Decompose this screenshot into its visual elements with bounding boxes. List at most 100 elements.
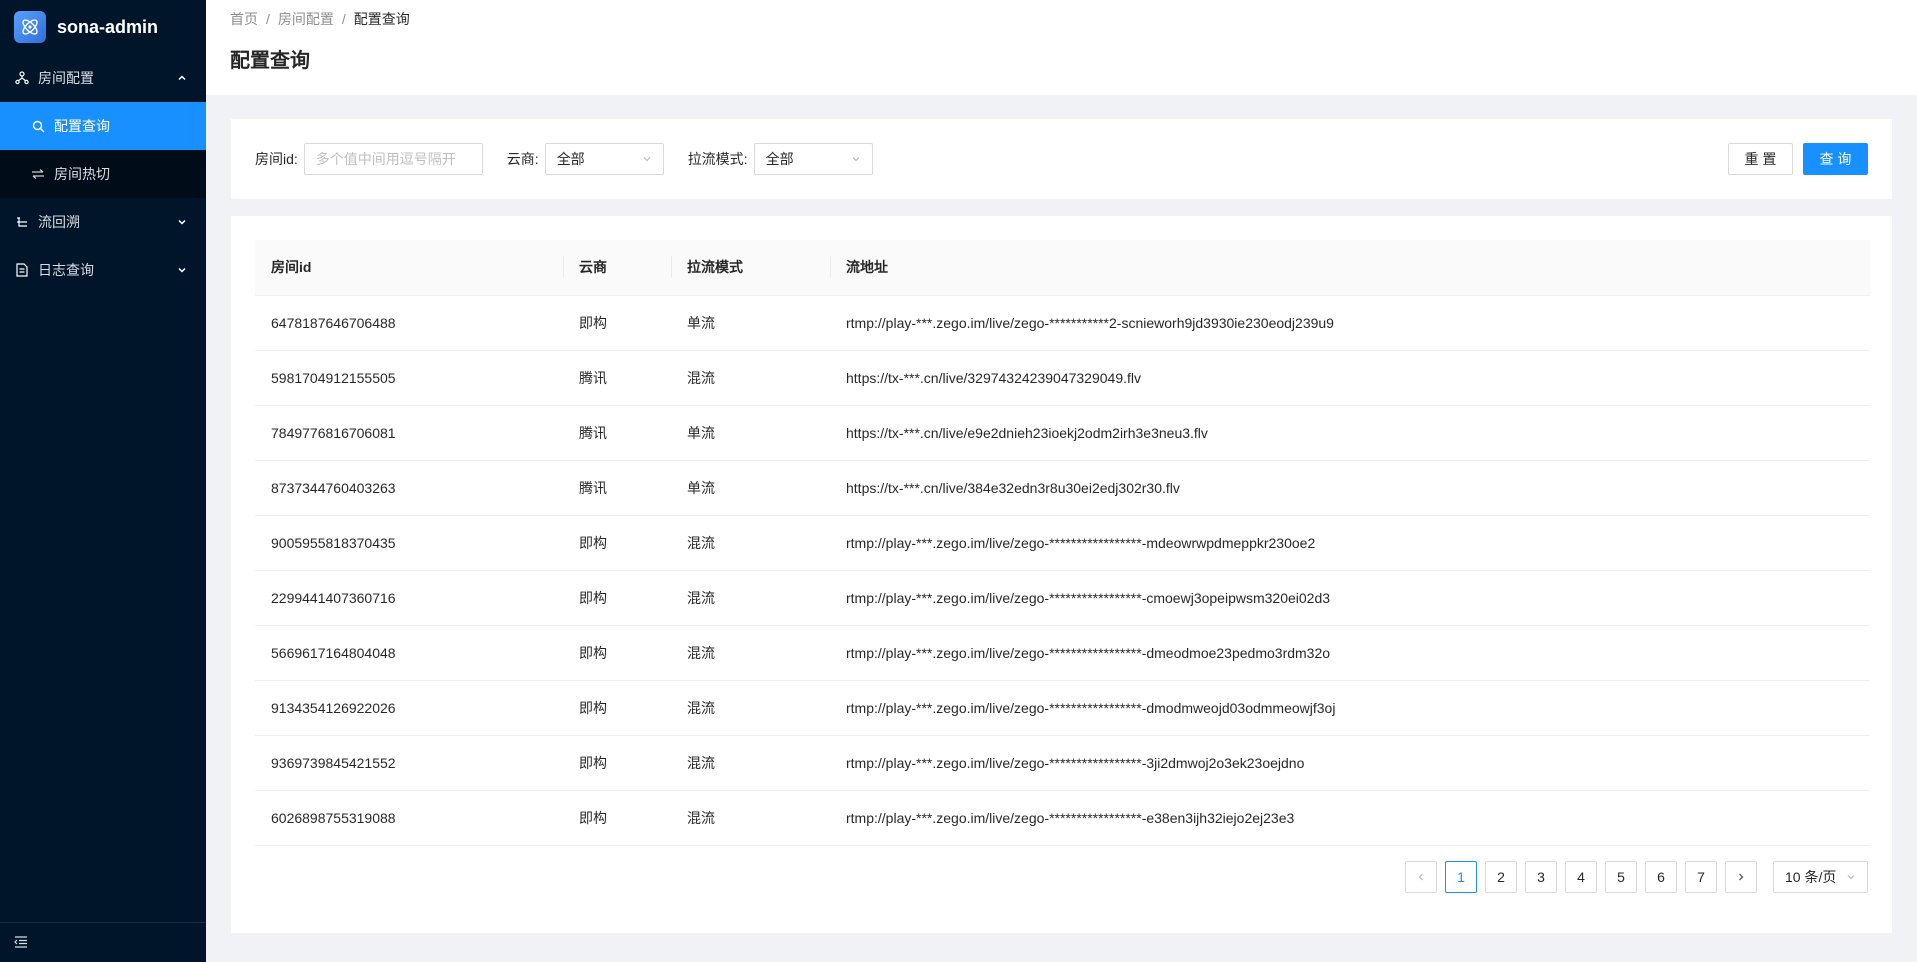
pull-mode-cell: 混流 <box>671 570 830 626</box>
room-id-cell: 9134354126922026 <box>255 680 563 736</box>
table-row: 9134354126922026 即构 混流 rtmp://play-***.zego… <box>255 680 1870 736</box>
menu-config-query-label: 配置查询 <box>54 118 110 134</box>
menu-stream-trace-label: 流回溯 <box>38 214 80 230</box>
room-id-cell: 8737344760403263 <box>255 460 563 516</box>
pull-mode-cell: 混流 <box>671 735 830 791</box>
room-id-cell: 9005955818370435 <box>255 515 563 571</box>
table-row: 6026898755319088 即构 混流 rtmp://play-***.zego… <box>255 790 1870 846</box>
table-row: 6478187646706488 即构 单流 rtmp://play-***.zego… <box>255 295 1870 351</box>
menu-room-config-label: 房间配置 <box>38 70 94 86</box>
stream-url-cell: rtmp://play-***.zego.im/live/zego-******… <box>830 735 1870 791</box>
pagination: 1234567 10 条/页 <box>1397 861 1868 893</box>
room-id-cell: 2299441407360716 <box>255 570 563 626</box>
app-title: sona-admin <box>57 16 159 37</box>
room-id-cell: 6026898755319088 <box>255 790 563 846</box>
chevron-down-icon <box>176 216 188 228</box>
pull-mode-cell: 混流 <box>671 625 830 681</box>
page-button[interactable]: 2 <box>1485 861 1517 893</box>
menu-log-query-label: 日志查询 <box>38 262 94 278</box>
menu-fold-icon <box>14 935 28 951</box>
submenu-room-config: 配置查询 房间热切 <box>0 102 206 198</box>
table-header-row: 房间id 云商 拉流模式 流地址 <box>255 240 1870 296</box>
menu-stream-trace[interactable]: 流回溯 <box>0 198 206 246</box>
breadcrumb-current: 配置查询 <box>353 11 410 27</box>
next-page-button[interactable] <box>1725 861 1757 893</box>
stream-url-cell: rtmp://play-***.zego.im/live/zego-******… <box>830 515 1870 571</box>
cloud-cell: 即构 <box>563 790 671 846</box>
sidebar: sona-admin 房间配置 配置查询 房间热切 流回溯 日志查询 <box>0 0 206 962</box>
cloud-cell: 即构 <box>563 735 671 791</box>
query-button[interactable]: 查 询 <box>1803 143 1868 175</box>
menu-room-config[interactable]: 房间配置 <box>0 54 206 102</box>
stream-url-cell: https://tx-***.cn/live/e9e2dnieh23ioekj2… <box>830 405 1870 461</box>
page-button[interactable]: 3 <box>1525 861 1557 893</box>
stream-url-cell: rtmp://play-***.zego.im/live/zego-******… <box>830 570 1870 626</box>
breadcrumb-section[interactable]: 房间配置 <box>278 9 334 29</box>
breadcrumb-separator: / <box>341 11 346 27</box>
menu-config-query[interactable]: 配置查询 <box>0 102 206 150</box>
reset-button[interactable]: 重 置 <box>1728 143 1793 175</box>
table-row: 7849776816706081 腾讯 单流 https://tx-***.cn/li… <box>255 405 1870 461</box>
stream-url-cell: rtmp://play-***.zego.im/live/zego-******… <box>830 680 1870 736</box>
stream-url-cell: rtmp://play-***.zego.im/live/zego-******… <box>830 790 1870 846</box>
logo-icon <box>14 11 46 43</box>
room-id-input[interactable] <box>303 143 483 175</box>
cloud-cell: 即构 <box>563 680 671 736</box>
pull-mode-cell: 混流 <box>671 680 830 736</box>
pull-mode-select[interactable]: 全部 <box>753 143 873 175</box>
app-logo[interactable]: sona-admin <box>0 0 206 54</box>
cloud-cell: 腾讯 <box>563 460 671 516</box>
room-id-label: 房间id: <box>255 151 298 167</box>
table-row: 5981704912155505 腾讯 混流 https://tx-***.cn/li… <box>255 350 1870 406</box>
menu-room-hotswitch[interactable]: 房间热切 <box>0 150 206 198</box>
breadcrumb-home[interactable]: 首页 <box>230 9 258 29</box>
stream-url-cell: rtmp://play-***.zego.im/live/zego-******… <box>830 625 1870 681</box>
branch-icon <box>14 214 30 230</box>
table-row: 5669617164804048 即构 混流 rtmp://play-***.zego… <box>255 625 1870 681</box>
pull-mode-cell: 单流 <box>671 460 830 516</box>
config-table: 房间id 云商 拉流模式 流地址 6478187646706488 即构 单流 rtm… <box>255 240 1870 846</box>
pull-mode-cell: 混流 <box>671 515 830 571</box>
page-button[interactable]: 7 <box>1685 861 1717 893</box>
collapse-sidebar-button[interactable] <box>0 922 206 962</box>
page-header: 首页 / 房间配置 / 配置查询 配置查询 <box>206 0 1917 95</box>
pull-mode-cell: 混流 <box>671 790 830 846</box>
chevron-up-icon <box>176 72 188 84</box>
prev-page-button[interactable] <box>1405 861 1437 893</box>
swap-icon <box>30 166 46 182</box>
chevron-left-icon <box>1416 869 1426 885</box>
column-header-cloud: 云商 <box>563 240 671 296</box>
cloud-select-value: 全部 <box>556 151 585 167</box>
cloud-select[interactable]: 全部 <box>544 143 664 175</box>
room-id-cell: 7849776816706081 <box>255 405 563 461</box>
room-id-cell: 9369739845421552 <box>255 735 563 791</box>
search-icon <box>30 118 46 134</box>
page-list: 1234567 <box>1437 861 1717 893</box>
page-button[interactable]: 6 <box>1645 861 1677 893</box>
page-size-select[interactable]: 10 条/页 <box>1773 861 1868 893</box>
page-size-value: 10 条/页 <box>1785 869 1837 885</box>
cloud-cell: 即构 <box>563 570 671 626</box>
page-button[interactable]: 1 <box>1445 861 1477 893</box>
breadcrumb-separator: / <box>266 11 270 27</box>
stream-url-cell: https://tx-***.cn/live/32974324239047329… <box>830 350 1870 406</box>
file-icon <box>14 262 30 278</box>
menu-log-query[interactable]: 日志查询 <box>0 246 206 294</box>
table-row: 2299441407360716 即构 混流 rtmp://play-***.zego… <box>255 570 1870 626</box>
room-id-cell: 5981704912155505 <box>255 350 563 406</box>
table-row: 9369739845421552 即构 混流 rtmp://play-***.zego… <box>255 735 1870 791</box>
pull-mode-cell: 混流 <box>671 350 830 406</box>
page-title: 配置查询 <box>230 50 310 72</box>
cloud-label: 云商: <box>506 151 539 167</box>
page-button[interactable]: 4 <box>1565 861 1597 893</box>
cloud-cell: 即构 <box>563 515 671 571</box>
cloud-cell: 即构 <box>563 295 671 351</box>
chevron-down-icon <box>176 264 188 276</box>
filter-form: 房间id: 云商: 全部 拉流模式: 全部 重 置 查 询 <box>231 119 1892 199</box>
pull-mode-label: 拉流模式: <box>687 151 748 167</box>
stream-url-cell: https://tx-***.cn/live/384e32edn3r8u30ei… <box>830 460 1870 516</box>
pull-mode-cell: 单流 <box>671 295 830 351</box>
column-header-room-id: 房间id <box>255 240 563 296</box>
page-button[interactable]: 5 <box>1605 861 1637 893</box>
room-id-cell: 5669617164804048 <box>255 625 563 681</box>
